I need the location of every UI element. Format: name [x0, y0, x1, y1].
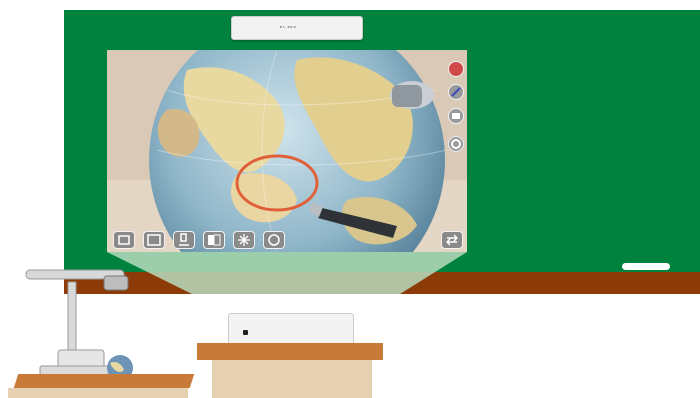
teacher-desk-top: [13, 374, 195, 388]
document-camera: [25, 269, 133, 381]
classroom-scene: EL-PRO: [0, 0, 700, 398]
teacher-desk-body: [8, 388, 188, 398]
